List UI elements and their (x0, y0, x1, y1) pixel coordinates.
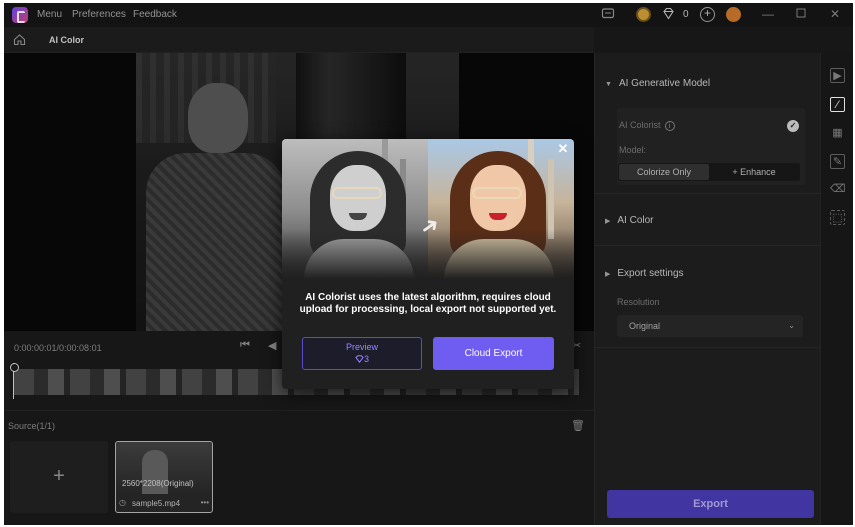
preview-cost: 3 (303, 354, 421, 364)
preview-label: Preview (345, 342, 378, 352)
gem-icon (355, 355, 364, 364)
preview-cost-value: 3 (363, 354, 369, 364)
hero-glasses (332, 187, 382, 199)
preview-button[interactable]: Preview 3 (302, 337, 422, 370)
app-window: Menu Preferences Feedback 0 + — ✕ AI Col… (4, 3, 853, 525)
cloud-export-button[interactable]: Cloud Export (433, 337, 554, 370)
dialog-close-icon[interactable]: ✕ (556, 142, 570, 156)
hero-glasses (472, 187, 522, 199)
hero-spire (548, 159, 554, 239)
dialog-hero-image: ➜ ✕ (282, 139, 574, 279)
cloud-export-dialog: ➜ ✕ AI Colorist uses the latest algorith… (282, 139, 574, 389)
dialog-message: AI Colorist uses the latest algorithm, r… (299, 292, 557, 315)
